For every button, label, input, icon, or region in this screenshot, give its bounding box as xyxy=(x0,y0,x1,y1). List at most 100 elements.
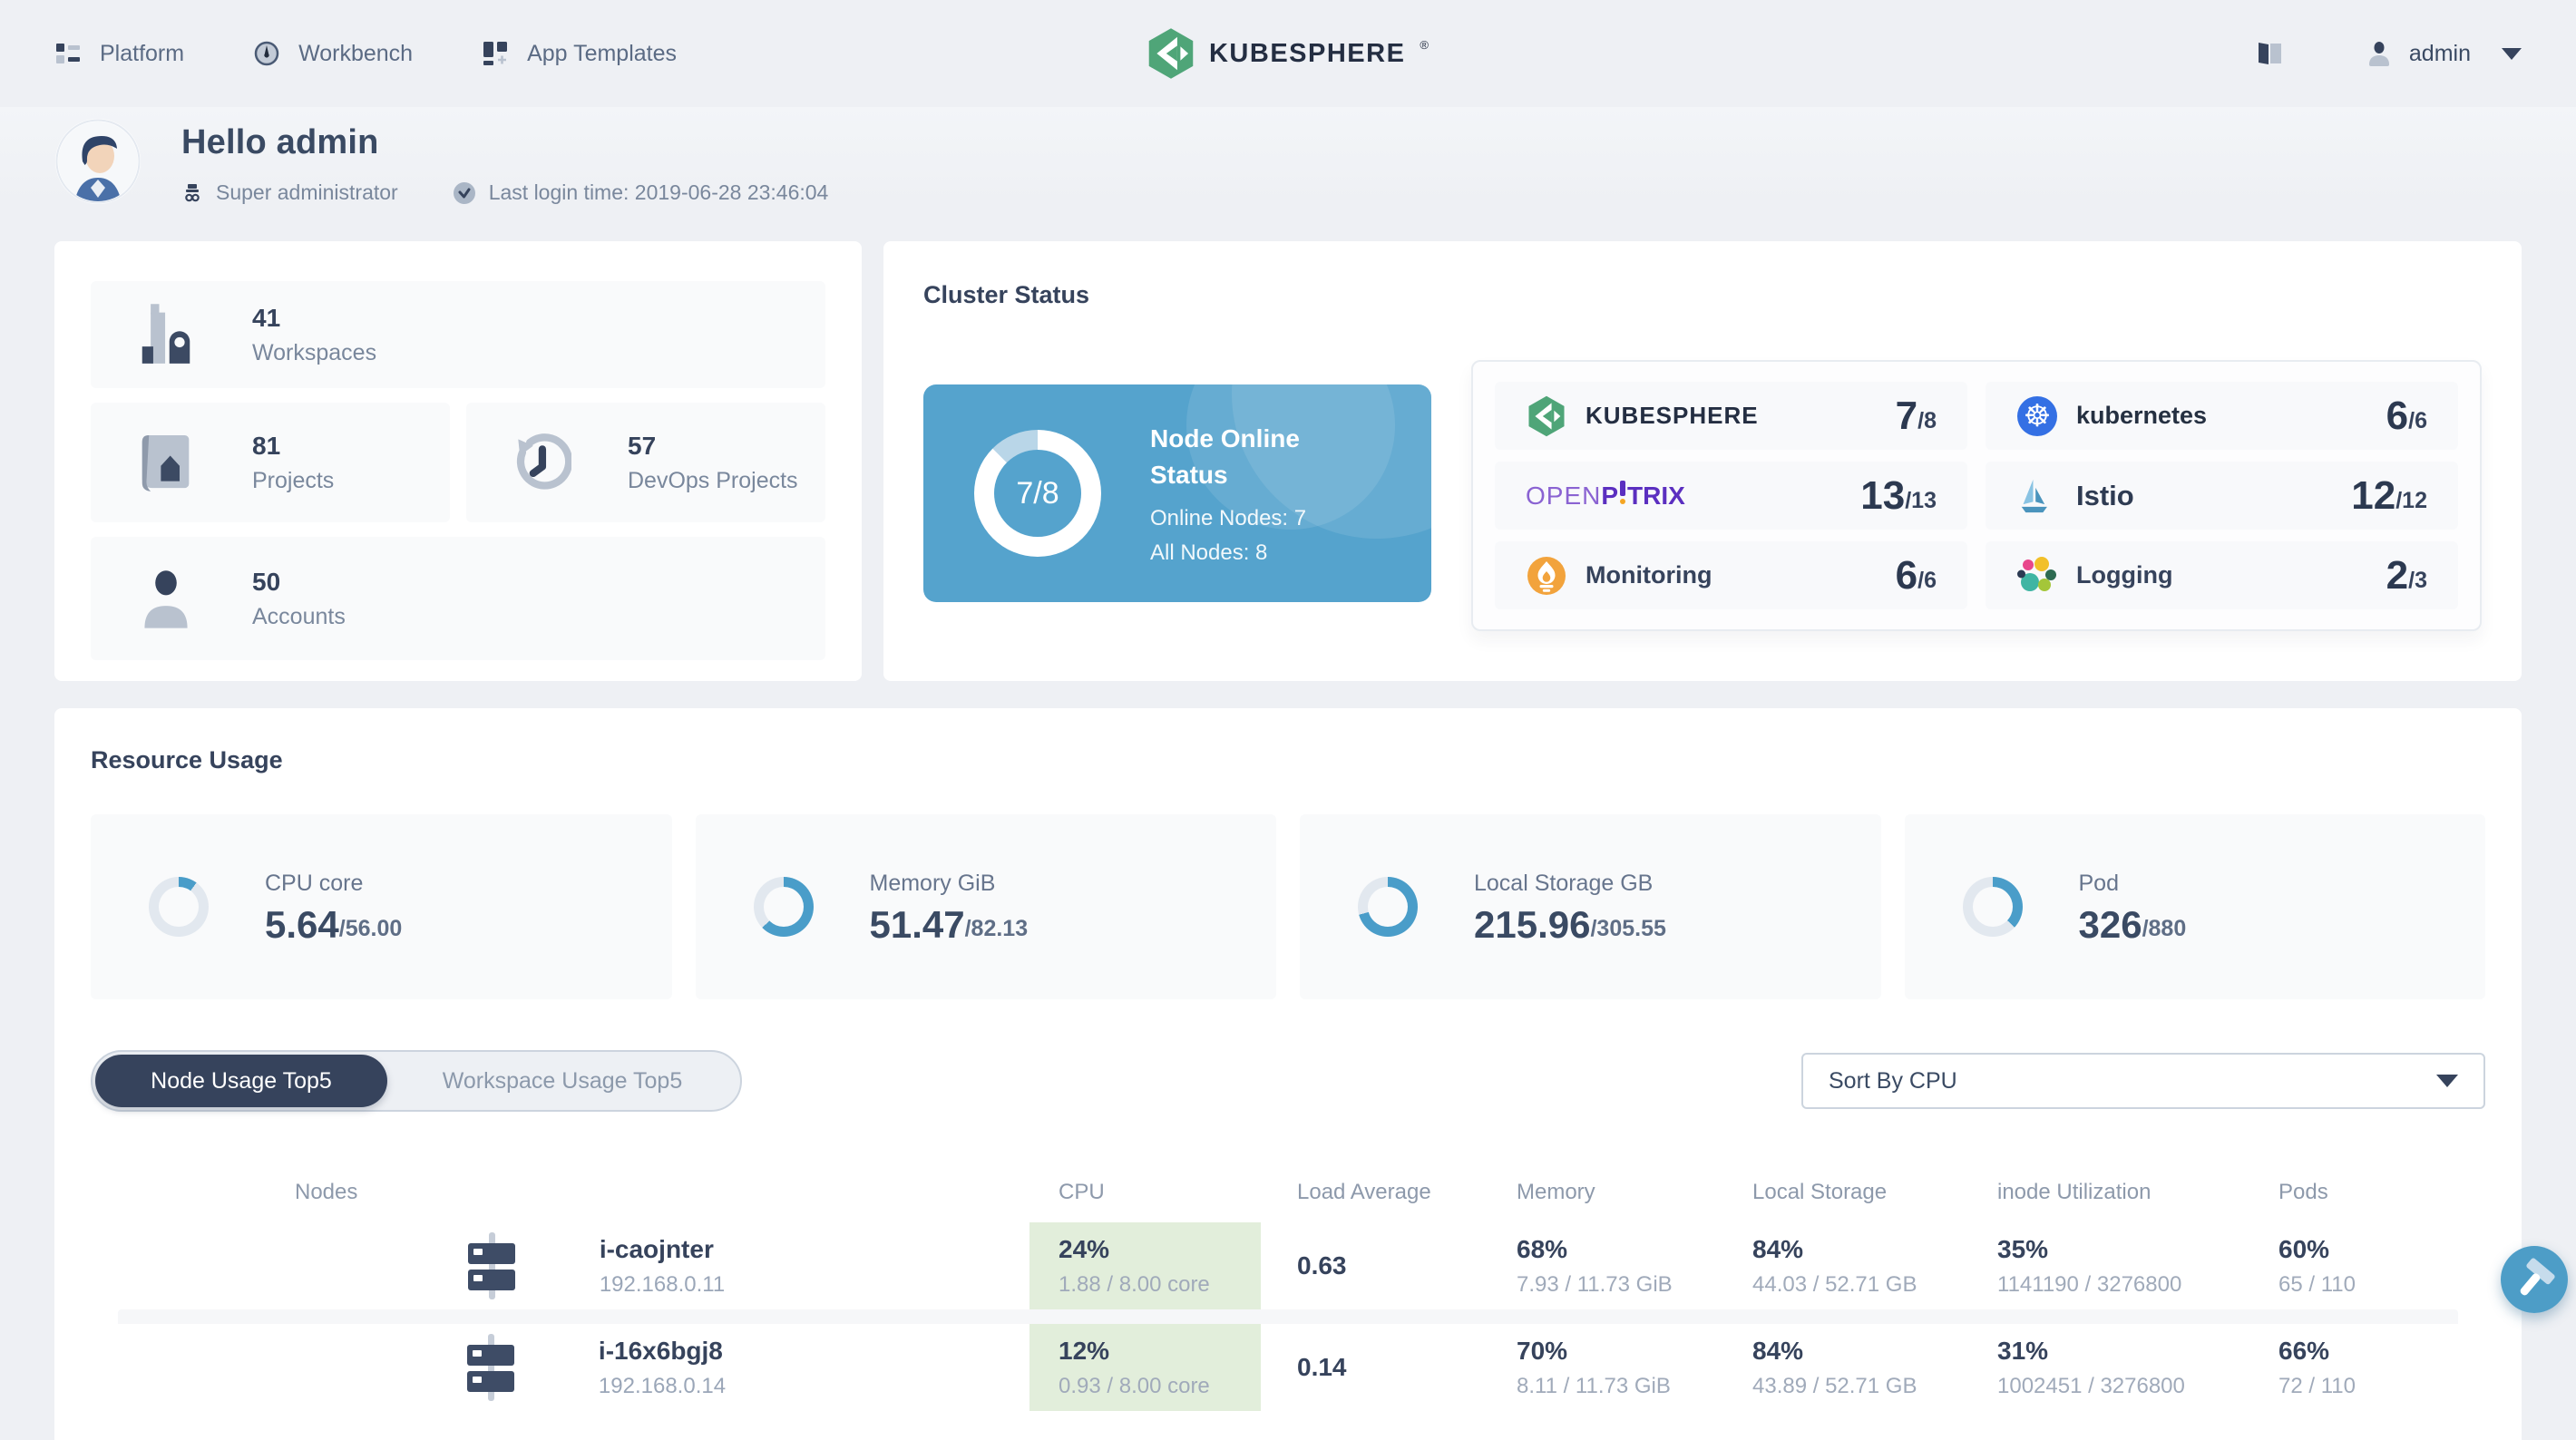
storage-donut xyxy=(1358,877,1418,937)
storage-label: Local Storage GB xyxy=(1474,870,1654,896)
server-icon xyxy=(463,1232,520,1299)
cpu-used: 5.64 xyxy=(265,902,339,946)
pod-donut xyxy=(1962,877,2023,937)
col-memory: Memory xyxy=(1517,1180,1595,1204)
projects-tile[interactable]: 81 Projects xyxy=(91,403,450,522)
component-openpitrix: OPENP TRIX 13/13 xyxy=(1495,462,1967,530)
component-count: 7 xyxy=(1895,393,1918,438)
node-online-status-card: 7/8 Node Online Status Online Nodes: 7 A… xyxy=(923,384,1431,602)
openpitrix-exclamation xyxy=(1620,481,1626,504)
kubesphere-logo[interactable]: KUBESPHERE ® xyxy=(1147,27,1429,80)
pod-label: Pod xyxy=(2078,870,2119,896)
resource-usage-title: Resource Usage xyxy=(91,746,283,774)
node-online-title: Node Online Status xyxy=(1150,424,1300,489)
last-login: Last login time: 2019-06-28 23:46:04 xyxy=(453,180,828,205)
memory-cell: 68% 7.93 / 11.73 GiB xyxy=(1517,1234,1673,1297)
avatar xyxy=(54,118,141,205)
inode-cell: 31% 1002451 / 3276800 xyxy=(1997,1336,2185,1398)
role-badge: Super administrator xyxy=(181,180,398,205)
component-count: 12 xyxy=(2351,472,2396,518)
pods-cell: 60% 65 / 110 xyxy=(2278,1234,2356,1297)
docs-book-icon[interactable] xyxy=(2255,40,2286,67)
workspaces-icon xyxy=(136,301,196,368)
kubernetes-icon: ☸ xyxy=(2016,395,2058,436)
table-row[interactable]: i-caojnter 192.168.0.11 24% 1.88 / 8.00 … xyxy=(118,1222,2458,1309)
chevron-down-icon xyxy=(2502,47,2522,60)
node-online-donut: 7/8 xyxy=(974,430,1101,557)
cluster-status-title: Cluster Status xyxy=(923,281,1090,308)
node-ip: 192.168.0.14 xyxy=(598,1373,727,1398)
main-content: 41 Workspaces 81 Projects 57 DevOps Proj… xyxy=(0,241,2576,1440)
cluster-status-card: Cluster Status 7/8 Node Online Status On… xyxy=(883,241,2522,681)
nav-item-platform[interactable]: Platform xyxy=(54,40,184,67)
server-icon xyxy=(463,1334,519,1401)
role-icon xyxy=(181,182,203,204)
greeting: Hello admin xyxy=(181,123,379,161)
storage-stat-tile: Local Storage GB 215.96/305.55 xyxy=(1300,814,1881,999)
cpu-stat-tile: CPU core 5.64/56.00 xyxy=(91,814,672,999)
component-count: 6 xyxy=(1895,552,1918,598)
nav-item-workbench[interactable]: Workbench xyxy=(253,40,413,67)
platform-icon xyxy=(54,40,82,67)
component-count: 13 xyxy=(1860,472,1906,518)
workspaces-count: 41 xyxy=(252,303,281,332)
storage-used: 215.96 xyxy=(1474,902,1591,946)
memory-donut xyxy=(753,877,814,937)
openpitrix-wordmark: OPENP TRIX xyxy=(1526,481,1685,510)
component-count: 2 xyxy=(2386,552,2409,598)
elastic-logging-icon xyxy=(2016,555,2058,597)
nav-item-app-templates[interactable]: App Templates xyxy=(482,40,677,67)
pods-cell: 66% 72 / 110 xyxy=(2278,1336,2356,1398)
col-cpu: CPU xyxy=(1059,1180,1105,1204)
accounts-tile[interactable]: 50 Accounts xyxy=(91,537,825,660)
projects-count: 81 xyxy=(252,431,281,460)
col-load-average: Load Average xyxy=(1297,1180,1431,1204)
toolbox-fab-button[interactable] xyxy=(2501,1246,2568,1313)
local-storage-cell: 84% 43.89 / 52.71 GB xyxy=(1752,1336,1917,1398)
cpu-label: CPU core xyxy=(265,870,364,896)
cpu-cell: 12% 0.93 / 8.00 core xyxy=(1029,1324,1261,1411)
node-online-ratio: 7/8 xyxy=(1016,475,1059,511)
node-ip: 192.168.0.11 xyxy=(599,1271,726,1297)
col-inode: inode Utilization xyxy=(1997,1180,2152,1204)
memory-cell: 70% 8.11 / 11.73 GiB xyxy=(1517,1336,1671,1398)
cpu-donut xyxy=(149,877,209,937)
devops-projects-tile[interactable]: 57 DevOps Projects xyxy=(466,403,825,522)
user-icon xyxy=(2367,41,2391,66)
cpu-cell: 24% 1.88 / 8.00 core xyxy=(1029,1222,1261,1309)
accounts-count: 50 xyxy=(252,567,281,596)
online-nodes: Online Nodes: 7 xyxy=(1150,506,1307,530)
usage-tabs: Node Usage Top5 Workspace Usage Top5 xyxy=(91,1050,742,1112)
kubesphere-logo-icon xyxy=(1147,27,1195,80)
nav-item-label: Platform xyxy=(100,40,185,66)
resource-stat-grid: CPU core 5.64/56.00 Memory GiB 51.47/82.… xyxy=(91,814,2485,999)
tab-node-usage-top5[interactable]: Node Usage Top5 xyxy=(95,1055,387,1107)
workspaces-tile[interactable]: 41 Workspaces xyxy=(91,281,825,388)
col-pods: Pods xyxy=(2278,1180,2328,1204)
clock-check-icon xyxy=(453,181,476,205)
prometheus-icon xyxy=(1526,556,1567,596)
memory-label: Memory GiB xyxy=(869,870,996,896)
hero-text: Hello admin Super administrator Last log… xyxy=(181,118,828,205)
component-label: Istio xyxy=(2076,479,2134,511)
memory-used: 51.47 xyxy=(869,902,965,946)
accounts-label: Accounts xyxy=(252,603,346,629)
table-row[interactable]: i-16x6bgj8 192.168.0.14 12% 0.93 / 8.00 … xyxy=(118,1309,2458,1411)
nav-item-label: Workbench xyxy=(298,40,414,66)
local-storage-cell: 84% 44.03 / 52.71 GB xyxy=(1752,1234,1917,1297)
component-logging: Logging 2/3 xyxy=(1986,541,2458,609)
top-nav: Platform Workbench App Templates KUBESPH… xyxy=(0,0,2576,107)
col-nodes: Nodes xyxy=(295,1180,358,1204)
component-label: kubernetes xyxy=(2076,402,2208,429)
col-local-storage: Local Storage xyxy=(1752,1180,1888,1204)
table-header: Nodes CPU Load Average Memory Local Stor… xyxy=(118,1163,2458,1222)
role-label: Super administrator xyxy=(216,180,398,204)
sort-by-select[interactable]: Sort By CPU xyxy=(1801,1053,2485,1109)
component-istio: Istio 12/12 xyxy=(1986,462,2458,530)
projects-icon xyxy=(136,432,196,493)
user-menu[interactable]: admin xyxy=(2367,41,2522,67)
component-label: Logging xyxy=(2076,561,2173,589)
component-kubesphere: KUBESPHERE 7/8 xyxy=(1495,382,1967,450)
tab-workspace-usage-top5[interactable]: Workspace Usage Top5 xyxy=(387,1055,737,1107)
grid-plus-icon xyxy=(482,40,509,67)
